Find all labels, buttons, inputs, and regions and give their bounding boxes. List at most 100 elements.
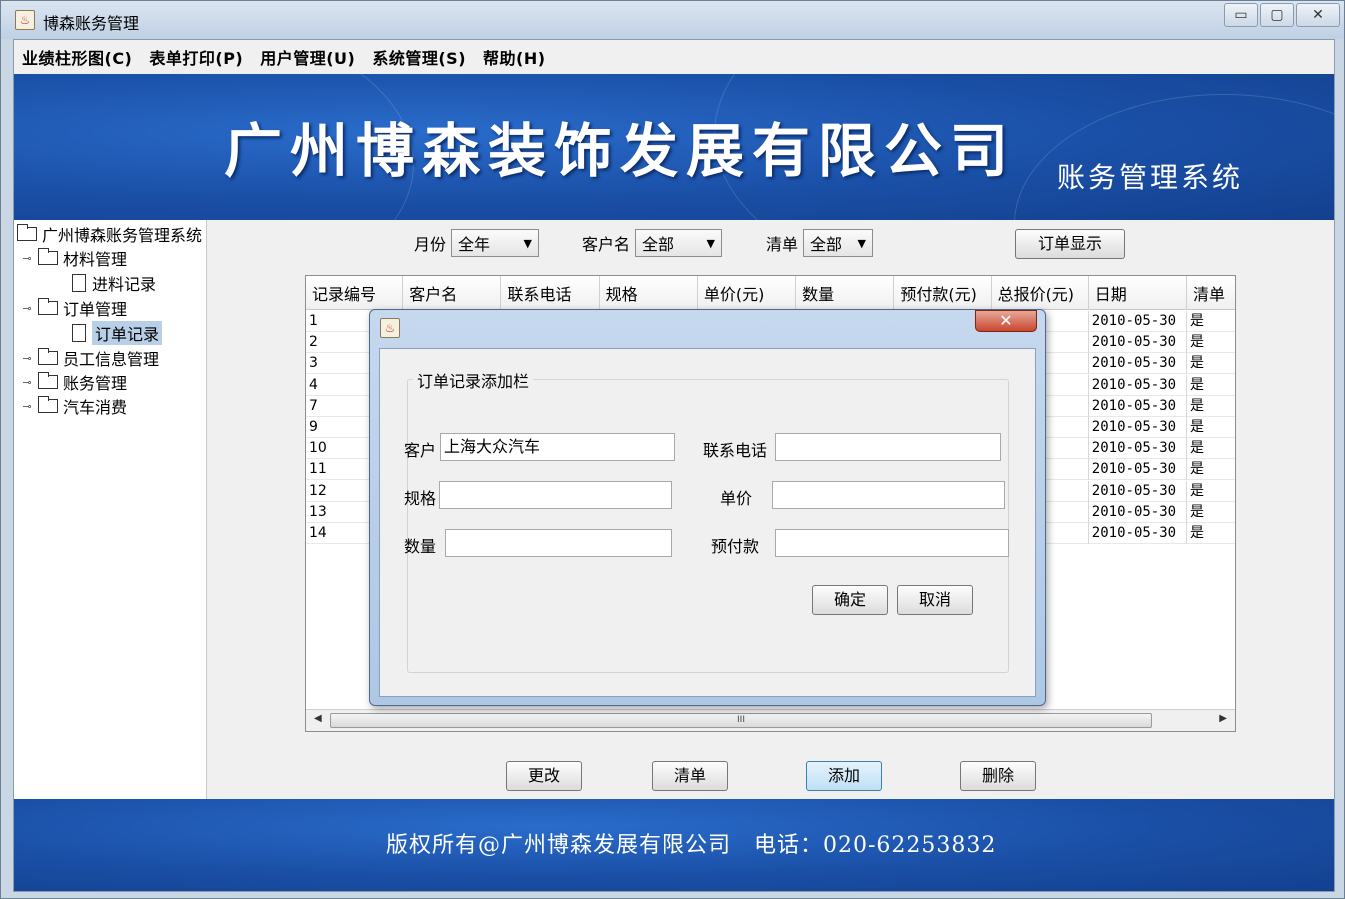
system-subtitle: 账务管理系统	[1057, 161, 1244, 194]
close-button[interactable]: ✕	[1296, 3, 1340, 27]
app-window: ♨ 博森账务管理 ▭ ▢ ✕ 业绩柱形图(C) 表单打印(P) 用户管理(U) …	[0, 0, 1345, 899]
list-button[interactable]: 清单	[652, 761, 728, 791]
menu-user[interactable]: 用户管理(U)	[260, 45, 355, 69]
table-cell: 是	[1187, 502, 1235, 523]
document-icon	[72, 274, 86, 292]
tree-item-label: 订单管理	[63, 300, 128, 319]
tree-item-order-records[interactable]: 订单记录	[72, 321, 163, 345]
table-cell: 是	[1187, 311, 1235, 332]
table-cell: 是	[1187, 332, 1235, 353]
java-app-icon: ♨	[15, 10, 35, 30]
table-cell: 2010-05-30	[1089, 374, 1188, 396]
list-value: 全部	[810, 235, 843, 254]
table-cell: 2010-05-30	[1089, 523, 1188, 544]
tree-item-material[interactable]: ⊸ 材料管理	[22, 247, 127, 269]
dialog-close-button[interactable]: ✕	[975, 310, 1037, 332]
table-cell: 2010-05-30	[1089, 501, 1188, 523]
deposit-field-label: 预付款	[711, 537, 760, 556]
java-app-icon: ♨	[380, 318, 400, 338]
tree-item-orders[interactable]: ⊸ 订单管理	[22, 297, 127, 319]
dropdown-arrow-icon: ▼	[706, 236, 716, 250]
qty-input[interactable]	[445, 529, 672, 557]
title-bar: ♨ 博森账务管理 ▭ ▢ ✕	[1, 1, 1344, 39]
tree-item-inbound[interactable]: 进料记录	[72, 272, 156, 294]
tree-root-label: 广州博森账务管理系统	[42, 226, 203, 245]
folder-icon	[17, 224, 37, 241]
phone-field-label: 联系电话	[703, 441, 768, 460]
phone-input[interactable]	[775, 433, 1001, 461]
delete-button[interactable]: 删除	[960, 761, 1036, 791]
price-input[interactable]	[772, 481, 1005, 509]
menu-system[interactable]: 系统管理(S)	[372, 45, 466, 69]
customer-select[interactable]: 全部 ▼	[635, 229, 723, 257]
deposit-input[interactable]	[775, 529, 1009, 557]
folder-icon	[38, 298, 58, 315]
minimize-button[interactable]: ▭	[1224, 3, 1258, 27]
menu-help[interactable]: 帮助(H)	[483, 45, 546, 69]
collapsed-toggle-icon[interactable]: ⊸	[22, 352, 32, 365]
header-banner: 广州博森装饰发展有限公司 账务管理系统	[14, 74, 1334, 220]
column-header[interactable]: 联系电话	[501, 276, 600, 310]
customer-input[interactable]: 上海大众汽车	[440, 433, 675, 461]
expand-toggle-icon[interactable]: ⊸	[22, 302, 32, 315]
table-cell: 2010-05-30	[1089, 459, 1188, 481]
menu-print[interactable]: 表单打印(P)	[149, 45, 243, 69]
folder-icon	[38, 396, 58, 413]
expand-toggle-icon[interactable]: ⊸	[22, 252, 32, 265]
table-cell: 2010-05-30	[1089, 395, 1188, 417]
collapsed-toggle-icon[interactable]: ⊸	[22, 400, 32, 413]
table-cell: 是	[1187, 481, 1235, 502]
column-header[interactable]: 数量	[796, 276, 895, 310]
tree-item-staff[interactable]: ⊸ 员工信息管理	[22, 347, 159, 369]
column-header[interactable]: 记录编号	[306, 276, 404, 310]
table-cell: 是	[1187, 459, 1235, 480]
table-cell: 是	[1187, 353, 1235, 374]
navigation-tree: 广州博森账务管理系统 ⊸ 材料管理 进料记录 ⊸ 订单管理 订单记录 ⊸ 员工信…	[14, 220, 207, 800]
tree-item-label: 员工信息管理	[63, 350, 160, 369]
dropdown-arrow-icon: ▼	[857, 236, 867, 250]
scroll-left-icon[interactable]: ◀	[314, 713, 322, 724]
edit-button[interactable]: 更改	[506, 761, 582, 791]
footer-banner: 版权所有@广州博森发展有限公司 电话：020-62253832	[14, 799, 1334, 891]
maximize-button[interactable]: ▢	[1260, 3, 1294, 27]
column-header[interactable]: 清单	[1187, 276, 1235, 310]
copyright-text: 版权所有@广州博森发展有限公司 电话：020-62253832	[386, 833, 997, 858]
tree-item-accounts[interactable]: ⊸ 账务管理	[22, 371, 127, 393]
scroll-thumb[interactable]: III	[330, 713, 1152, 728]
table-cell: 是	[1187, 523, 1235, 544]
spec-field-label: 规格	[404, 489, 437, 508]
horizontal-scrollbar[interactable]: ◀ III ▶	[306, 709, 1235, 731]
table-cell: 是	[1187, 417, 1235, 438]
customer-value: 全部	[642, 235, 675, 254]
add-button[interactable]: 添加	[806, 761, 882, 791]
column-header[interactable]: 客户名	[403, 276, 502, 310]
folder-icon	[38, 348, 58, 365]
window-controls: ▭ ▢ ✕	[1222, 3, 1340, 29]
menu-chart[interactable]: 业绩柱形图(C)	[22, 45, 132, 69]
month-select[interactable]: 全年 ▼	[451, 229, 540, 257]
ok-button[interactable]: 确定	[812, 585, 888, 615]
tree-item-car[interactable]: ⊸ 汽车消费	[22, 395, 127, 417]
table-cell: 是	[1187, 375, 1235, 396]
scroll-right-icon[interactable]: ▶	[1219, 713, 1227, 724]
list-select[interactable]: 全部 ▼	[803, 229, 874, 257]
collapsed-toggle-icon[interactable]: ⊸	[22, 376, 32, 389]
column-header[interactable]: 单价(元)	[698, 276, 797, 310]
dropdown-arrow-icon: ▼	[523, 236, 533, 250]
month-filter: 月份 全年 ▼	[414, 229, 540, 257]
column-header[interactable]: 总报价(元)	[992, 276, 1089, 310]
customer-field-label: 客户	[404, 441, 437, 460]
column-header[interactable]: 规格	[600, 276, 698, 310]
customer-label: 客户名	[582, 235, 631, 254]
customer-filter: 客户名 全部 ▼	[582, 229, 723, 257]
column-header[interactable]: 日期	[1089, 276, 1188, 310]
window-title: 博森账务管理	[43, 14, 140, 33]
show-orders-button[interactable]: 订单显示	[1015, 229, 1125, 259]
table-cell: 是	[1187, 396, 1235, 417]
tree-root[interactable]: 广州博森账务管理系统	[17, 223, 202, 245]
cancel-button[interactable]: 取消	[897, 585, 973, 615]
column-header[interactable]: 预付款(元)	[894, 276, 992, 310]
tree-item-label: 汽车消费	[63, 398, 128, 417]
spec-input[interactable]	[439, 481, 672, 509]
order-form-group: 订单记录添加栏	[407, 368, 1009, 673]
